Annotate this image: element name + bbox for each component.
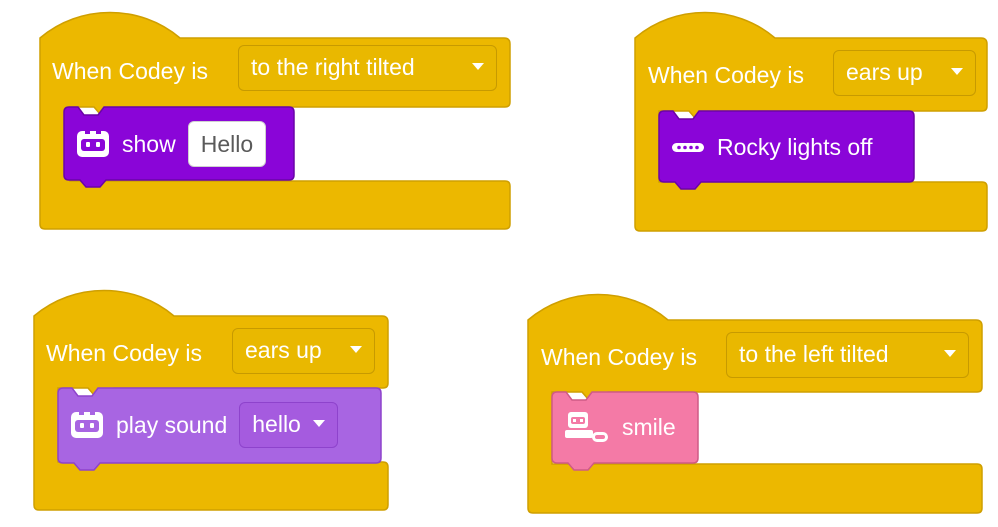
hat-label: When Codey is [648,62,804,88]
sound-dropdown[interactable]: hello [239,402,338,448]
codey-face-icon [71,411,103,438]
block-label: smile [622,413,676,440]
block-label: play sound [116,411,228,438]
chevron-down-icon [350,346,362,353]
dropdown-value: to the left tilted [739,341,889,367]
codey-rocky-icon [565,412,608,442]
chevron-down-icon [944,350,956,357]
block-label: show [122,130,176,157]
gesture-dropdown[interactable]: ears up [232,328,375,374]
block-label: Rocky lights off [717,133,873,160]
hat-label: When Codey is [541,344,697,370]
dropdown-value: ears up [846,59,923,85]
dropdown-value: hello [252,411,301,437]
event-script-tilt-right[interactable]: When Codey is to the right tilted show H… [39,11,512,230]
dropdown-value: to the right tilted [251,54,415,80]
rocky-light-strip-icon [672,143,704,152]
hat-label: When Codey is [46,340,202,366]
text-input[interactable]: Hello [187,121,267,167]
tilt-direction-dropdown[interactable]: to the right tilted [238,45,497,91]
gesture-dropdown[interactable]: ears up [833,50,976,96]
codey-face-icon [77,130,109,157]
tilt-direction-dropdown[interactable]: to the left tilted [726,332,969,378]
event-script-tilt-left[interactable]: When Codey is to the left tilted smile [527,293,986,515]
show-text-block[interactable]: show Hello [63,106,296,193]
smile-block[interactable]: smile [551,391,702,478]
hat-label: When Codey is [52,58,208,84]
event-script-ears-up[interactable]: When Codey is ears up Rocky lights off [634,11,991,233]
chevron-down-icon [472,63,484,70]
event-script-ears-up-sound[interactable]: When Codey is ears up play sound hello [33,289,390,512]
rocky-lights-off-block[interactable]: Rocky lights off [658,110,917,197]
chevron-down-icon [312,420,325,427]
chevron-down-icon [951,68,963,75]
dropdown-value: ears up [245,337,322,363]
play-sound-block[interactable]: play sound hello [57,387,384,474]
